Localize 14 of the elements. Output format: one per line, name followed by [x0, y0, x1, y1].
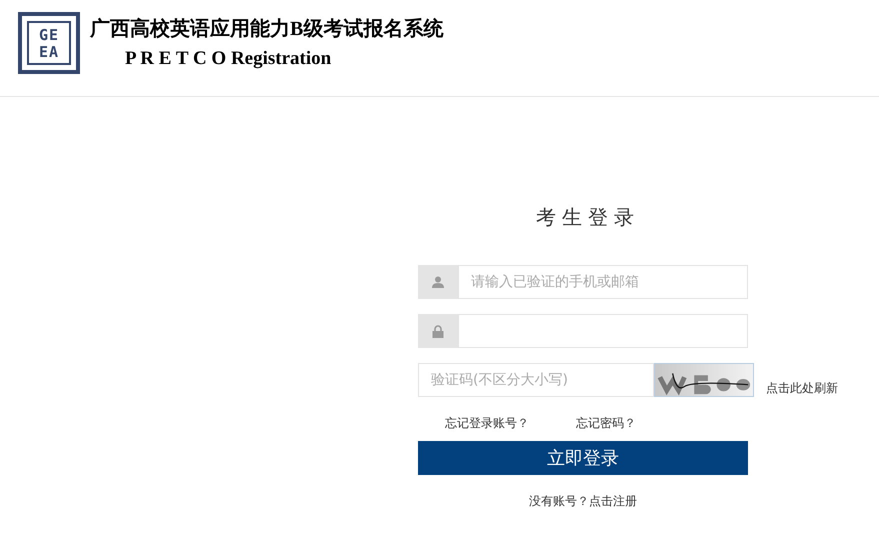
login-heading: 考生登录	[535, 205, 641, 229]
site-subtitle: P R E T C O Registration	[125, 48, 332, 70]
site-title: 广西高校英语应用能力B级考试报名系统	[90, 16, 444, 42]
forgot-password-link[interactable]: 忘记密码？	[576, 415, 636, 432]
register-link[interactable]: 没有账号？点击注册	[529, 493, 637, 510]
login-button[interactable]: 立即登录	[418, 441, 748, 475]
logo-icon: GE EA	[18, 12, 80, 74]
forgot-account-link[interactable]: 忘记登录账号？	[445, 415, 529, 432]
user-icon	[418, 265, 458, 299]
refresh-captcha-link[interactable]: 点击此处刷新	[766, 381, 838, 397]
captcha-field[interactable]: 验证码(不区分大小写)	[418, 363, 654, 397]
lock-icon	[418, 314, 458, 348]
password-field[interactable]	[458, 314, 748, 348]
account-field[interactable]: 请输入已验证的手机或邮箱	[458, 265, 748, 299]
